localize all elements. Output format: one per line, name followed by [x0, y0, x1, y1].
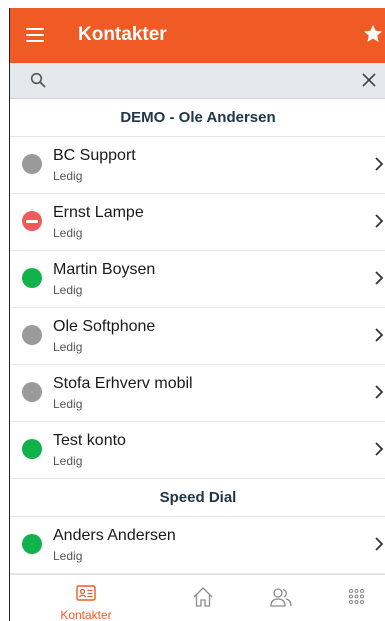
contact-status: Ledig	[53, 397, 83, 411]
users-icon	[270, 588, 292, 607]
chevron-right-icon	[375, 385, 384, 399]
presence-indicator	[22, 268, 42, 288]
tab-users[interactable]	[267, 575, 293, 621]
list-item[interactable]: Martin Boysen Ledig	[10, 251, 385, 308]
contact-card-icon	[76, 585, 96, 601]
app-screen: Kontakter DEMO - Ole Andersen BC Support…	[9, 8, 385, 621]
contact-status: Ledig	[53, 283, 83, 297]
contact-status: Ledig	[53, 549, 83, 563]
list-item[interactable]: BC Support Ledig	[10, 137, 385, 194]
contact-status: Ledig	[53, 226, 83, 240]
search-input[interactable]	[56, 67, 346, 95]
presence-indicator	[22, 154, 42, 174]
chevron-right-icon	[375, 214, 384, 228]
contact-status: Ledig	[53, 340, 83, 354]
page-title: Kontakter	[78, 24, 167, 45]
bottom-tab-bar: Kontakter	[10, 574, 385, 621]
contact-name: Test konto	[53, 432, 126, 449]
list-item[interactable]: Test konto Ledig	[10, 422, 385, 479]
chevron-right-icon	[375, 537, 384, 551]
contact-name: Anders Andersen	[53, 527, 176, 544]
hamburger-menu-icon[interactable]	[26, 28, 44, 42]
presence-indicator	[22, 439, 42, 459]
contact-name: Martin Boysen	[53, 261, 156, 278]
presence-indicator	[22, 382, 42, 402]
contact-name: Ole Softphone	[53, 318, 156, 335]
home-icon	[193, 587, 213, 607]
presence-indicator	[22, 325, 42, 345]
chevron-right-icon	[375, 157, 384, 171]
contact-name: Stofa Erhverv mobil	[53, 375, 193, 392]
contact-status: Ledig	[53, 454, 83, 468]
tab-dialpad[interactable]	[344, 575, 370, 621]
search-icon	[30, 72, 46, 88]
section-header: Speed Dial	[10, 479, 385, 517]
presence-indicator	[22, 534, 42, 554]
list-item[interactable]: Ole Softphone Ledig	[10, 308, 385, 365]
dialpad-icon	[349, 589, 364, 604]
presence-indicator	[22, 211, 42, 231]
chevron-right-icon	[375, 442, 384, 456]
chevron-right-icon	[375, 328, 384, 342]
contact-name: Ernst Lampe	[53, 204, 144, 221]
chevron-right-icon	[375, 271, 384, 285]
close-icon[interactable]	[362, 73, 376, 87]
search-bar	[10, 63, 385, 99]
contact-name: BC Support	[53, 147, 136, 164]
contact-status: Ledig	[53, 169, 83, 183]
tab-kontakter[interactable]: Kontakter	[51, 575, 121, 621]
tab-home[interactable]	[190, 575, 216, 621]
star-icon[interactable]	[362, 23, 384, 45]
list-item[interactable]: Stofa Erhverv mobil Ledig	[10, 365, 385, 422]
section-header: DEMO - Ole Andersen	[10, 99, 385, 137]
list-item[interactable]: Anders Andersen Ledig	[10, 517, 385, 574]
app-bar: Kontakter	[10, 8, 385, 63]
list-item[interactable]: Ernst Lampe Ledig	[10, 194, 385, 251]
tab-label: Kontakter	[60, 608, 112, 621]
